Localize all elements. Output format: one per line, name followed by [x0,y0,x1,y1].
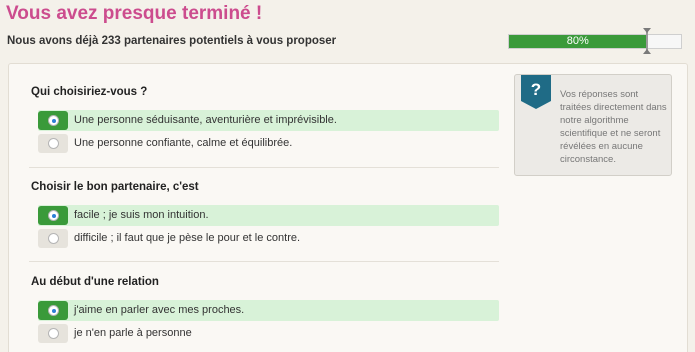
divider [29,261,499,262]
option-label: difficile ; il faut que je pèse le pour … [74,232,301,244]
radio-button[interactable] [38,111,68,130]
question-icon: ? [521,75,551,109]
svg-text:?: ? [531,80,541,99]
option-q1-b[interactable]: Une personne confiante, calme et équilib… [38,133,499,154]
question-title-3: Au début d'une relation [31,276,159,288]
option-q2-a[interactable]: facile ; je suis mon intuition. [38,205,499,226]
progress-marker [642,28,651,54]
radio-button[interactable] [38,206,68,225]
option-label: facile ; je suis mon intuition. [74,209,209,221]
radio-button[interactable] [38,301,68,320]
privacy-info-text: Vos réponses sont traitées directement d… [560,89,667,165]
page-title: Vous avez presque terminé ! [6,3,263,24]
divider [29,167,499,168]
option-q3-b[interactable]: je n'en parle à personne [38,323,499,344]
radio-button[interactable] [38,134,68,153]
option-label: je n'en parle à personne [74,327,192,339]
progress-bar: 80% [508,28,682,54]
radio-button[interactable] [38,324,68,343]
radio-checked-icon [48,115,59,126]
questionnaire-panel: Qui choisiriez-vous ? Une personne sédui… [8,63,688,352]
option-label: Une personne séduisante, aventurière et … [74,114,337,126]
radio-checked-icon [48,305,59,316]
question-title-2: Choisir le bon partenaire, c'est [31,181,199,193]
option-q1-a[interactable]: Une personne séduisante, aventurière et … [38,110,499,131]
option-q3-a[interactable]: j'aime en parler avec mes proches. [38,300,499,321]
progress-label: 80% [566,35,589,47]
option-label: Une personne confiante, calme et équilib… [74,137,293,149]
radio-button[interactable] [38,229,68,248]
radio-checked-icon [48,210,59,221]
option-label: j'aime en parler avec mes proches. [74,304,245,316]
privacy-info-box: ? Vos réponses sont traitées directement… [514,74,672,176]
radio-unchecked-icon [48,233,59,244]
radio-unchecked-icon [48,328,59,339]
partners-count-text: Nous avons déjà 233 partenaires potentie… [7,35,337,47]
radio-unchecked-icon [48,138,59,149]
option-q2-b[interactable]: difficile ; il faut que je pèse le pour … [38,228,499,249]
question-title-1: Qui choisiriez-vous ? [31,86,148,98]
